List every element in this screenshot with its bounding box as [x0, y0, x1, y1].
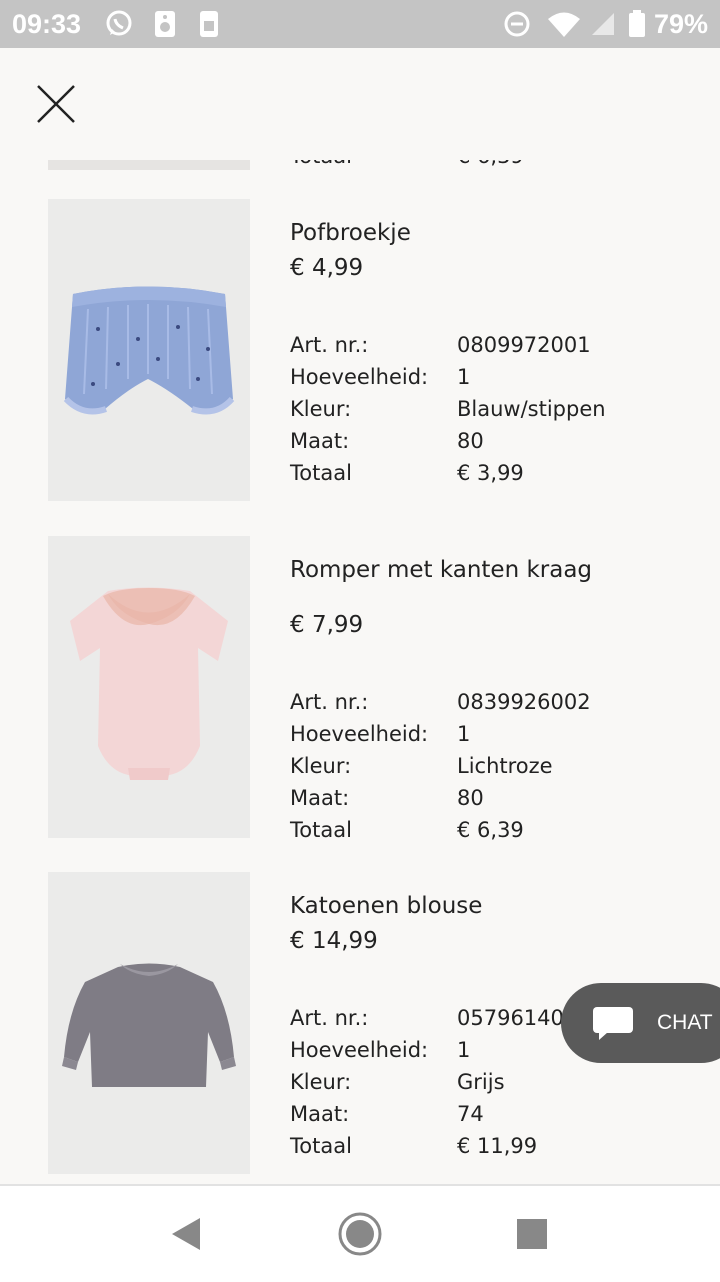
art-nr-value: 0809972001	[457, 333, 591, 357]
sim-icon	[200, 11, 218, 37]
total-label: Totaal	[290, 1134, 352, 1158]
color-label: Kleur:	[290, 754, 352, 778]
signal-icon	[592, 13, 614, 35]
product-image-partial	[48, 160, 250, 170]
status-time: 09:33	[12, 9, 82, 39]
product-name[interactable]: Pofbroekje	[290, 213, 620, 253]
product-price: € 4,99	[290, 255, 364, 281]
partial-total-value: € 6,39	[457, 160, 524, 168]
blouse-image	[62, 963, 236, 1087]
color-value: Lichtroze	[457, 754, 553, 778]
romper-image	[70, 587, 228, 780]
product-image[interactable]	[48, 536, 250, 838]
shorts-image	[63, 286, 235, 415]
page-header	[0, 48, 720, 160]
product-image[interactable]	[48, 199, 250, 501]
chat-bubble-icon	[593, 1007, 633, 1040]
quantity-label: Hoeveelheid:	[290, 722, 429, 746]
color-label: Kleur:	[290, 1070, 352, 1094]
product-price: € 7,99	[290, 612, 364, 638]
total-value: € 11,99	[457, 1134, 538, 1158]
close-icon[interactable]	[30, 78, 82, 130]
quantity-label: Hoeveelheid:	[290, 365, 429, 389]
wifi-icon	[548, 12, 580, 37]
size-value: 74	[457, 1102, 484, 1126]
product-price: € 14,99	[290, 928, 378, 954]
total-label: Totaal	[290, 818, 352, 842]
art-nr-value: 0839926002	[457, 690, 591, 714]
total-label: Totaal	[290, 461, 352, 485]
art-nr-label: Art. nr.:	[290, 1006, 369, 1030]
size-label: Maat:	[290, 1102, 350, 1126]
home-icon[interactable]	[336, 1210, 384, 1258]
speaker-icon	[155, 11, 175, 37]
size-label: Maat:	[290, 786, 350, 810]
do-not-disturb-icon	[504, 11, 530, 37]
product-image[interactable]	[48, 872, 250, 1174]
quantity-label: Hoeveelheid:	[290, 1038, 429, 1062]
quantity-value: 1	[457, 1038, 471, 1062]
color-value: Blauw/stippen	[457, 397, 606, 421]
system-nav-bar	[0, 1184, 720, 1282]
size-value: 80	[457, 786, 484, 810]
partial-total-label: Totaal	[290, 160, 352, 168]
quantity-value: 1	[457, 722, 471, 746]
size-value: 80	[457, 429, 484, 453]
chat-button[interactable]: CHAT	[561, 983, 720, 1063]
product-name[interactable]: Romper met kanten kraag	[290, 550, 620, 590]
product-details: Art. nr.: 0809972001 Hoeveelheid: 1 Kleur:…	[290, 333, 690, 493]
back-icon[interactable]	[162, 1210, 210, 1258]
recents-icon[interactable]	[508, 1210, 556, 1258]
battery-percentage: 79%	[653, 9, 708, 39]
battery-icon	[629, 10, 645, 37]
whatsapp-icon	[106, 10, 132, 36]
art-nr-label: Art. nr.:	[290, 333, 369, 357]
status-bar: 09:33 79%	[0, 0, 720, 48]
quantity-value: 1	[457, 365, 471, 389]
list-item[interactable]: Pofbroekje € 4,99 Art. nr.: 0809972001 Ho…	[0, 199, 720, 502]
total-value: € 6,39	[457, 818, 524, 842]
color-label: Kleur:	[290, 397, 352, 421]
art-nr-label: Art. nr.:	[290, 690, 369, 714]
chat-label: CHAT	[657, 1011, 713, 1034]
total-value: € 3,99	[457, 461, 524, 485]
list-item[interactable]: Romper met kanten kraag € 7,99 Art. nr.:…	[0, 536, 720, 842]
size-label: Maat:	[290, 429, 350, 453]
product-name[interactable]: Katoenen blouse	[290, 886, 620, 926]
product-details: Art. nr.: 0839926002 Hoeveelheid: 1 Kleur:…	[290, 690, 690, 850]
color-value: Grijs	[457, 1070, 505, 1094]
